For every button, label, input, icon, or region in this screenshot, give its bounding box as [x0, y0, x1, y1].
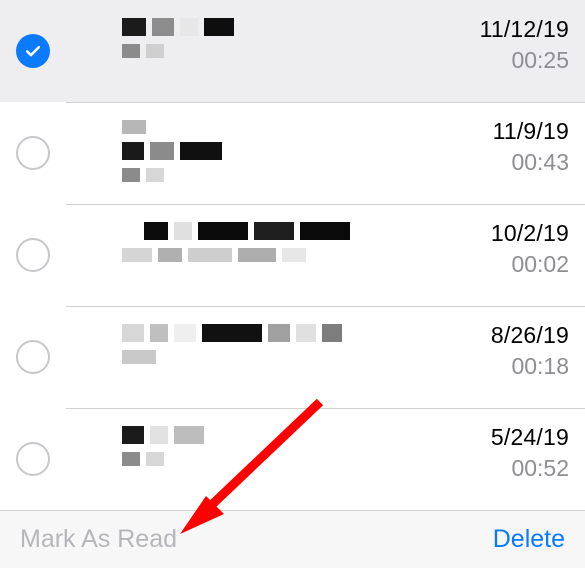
item-meta: 11/9/19 00:43: [395, 116, 585, 176]
delete-button[interactable]: Delete: [493, 525, 565, 554]
list-item[interactable]: 5/24/19 00:52: [0, 408, 585, 510]
checkbox-cell[interactable]: [0, 306, 66, 408]
item-date: 5/24/19: [395, 424, 569, 451]
item-duration: 00:52: [395, 455, 569, 482]
checkbox-unchecked[interactable]: [16, 340, 50, 374]
redacted-preview: [66, 14, 395, 66]
list-item[interactable]: 11/9/19 00:43: [0, 102, 585, 204]
item-meta: 10/2/19 00:02: [395, 218, 585, 278]
edit-toolbar: Mark As Read Delete: [0, 510, 585, 568]
item-duration: 00:43: [395, 149, 569, 176]
checkbox-cell[interactable]: [0, 408, 66, 510]
checkbox-checked[interactable]: [16, 34, 50, 68]
item-meta: 11/12/19 00:25: [395, 14, 585, 74]
checkbox-unchecked[interactable]: [16, 238, 50, 272]
checkbox-cell[interactable]: [0, 204, 66, 306]
checkbox-unchecked[interactable]: [16, 136, 50, 170]
item-content: 5/24/19 00:52: [66, 408, 585, 492]
redacted-preview: [66, 320, 395, 372]
item-date: 11/12/19: [395, 16, 569, 43]
redacted-preview: [66, 422, 395, 474]
item-duration: 00:18: [395, 353, 569, 380]
item-date: 8/26/19: [395, 322, 569, 349]
item-duration: 00:02: [395, 251, 569, 278]
item-content: 10/2/19 00:02: [66, 204, 585, 288]
checkbox-unchecked[interactable]: [16, 442, 50, 476]
item-duration: 00:25: [395, 47, 569, 74]
voicemail-list: 11/12/19 00:25: [0, 0, 585, 510]
list-item[interactable]: 8/26/19 00:18: [0, 306, 585, 408]
item-date: 10/2/19: [395, 220, 569, 247]
item-content: 11/9/19 00:43: [66, 102, 585, 200]
checkbox-cell[interactable]: [0, 102, 66, 204]
check-icon: [23, 41, 43, 61]
list-item[interactable]: 11/12/19 00:25: [0, 0, 585, 102]
item-content: 11/12/19 00:25: [66, 0, 585, 84]
redacted-preview: [66, 116, 395, 190]
redacted-preview: [66, 218, 395, 270]
item-date: 11/9/19: [395, 118, 569, 145]
item-meta: 5/24/19 00:52: [395, 422, 585, 482]
mark-as-read-button[interactable]: Mark As Read: [20, 525, 177, 554]
list-item[interactable]: 10/2/19 00:02: [0, 204, 585, 306]
item-content: 8/26/19 00:18: [66, 306, 585, 390]
checkbox-cell[interactable]: [0, 0, 66, 102]
item-meta: 8/26/19 00:18: [395, 320, 585, 380]
